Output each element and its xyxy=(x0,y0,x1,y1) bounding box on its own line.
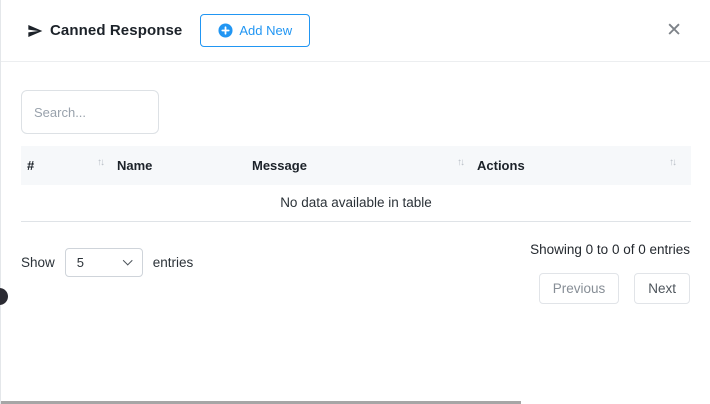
column-header-message[interactable]: Message ↑↓ xyxy=(246,146,471,185)
modal-body: # ↑↓ Name Message ↑↓ Actions ↑↓ xyxy=(1,62,710,304)
modal-header: Canned Response Add New ✕ xyxy=(1,0,710,62)
entries-label: entries xyxy=(153,255,194,270)
column-header-number[interactable]: # ↑↓ xyxy=(21,146,111,185)
sort-icon: ↑↓ xyxy=(97,157,103,168)
modal-title: Canned Response xyxy=(50,22,182,39)
next-button[interactable]: Next xyxy=(634,273,690,304)
pagination-group: Showing 0 to 0 of 0 entries Previous Nex… xyxy=(530,242,690,304)
empty-row: No data available in table xyxy=(21,185,691,222)
sort-icon: ↑↓ xyxy=(669,157,675,168)
pager: Previous Next xyxy=(539,273,690,304)
table-footer: Show 5 entries Showing 0 to 0 of 0 entri… xyxy=(21,242,690,304)
search-input[interactable] xyxy=(21,90,159,134)
show-label: Show xyxy=(21,255,55,270)
column-header-actions[interactable]: Actions ↑↓ xyxy=(471,146,691,185)
sort-icon: ↑↓ xyxy=(457,157,463,168)
empty-message: No data available in table xyxy=(21,185,691,222)
entries-summary: Showing 0 to 0 of 0 entries xyxy=(530,242,690,257)
add-new-button[interactable]: Add New xyxy=(200,14,310,47)
page-length-select[interactable]: 5 xyxy=(65,248,143,277)
column-header-name[interactable]: Name xyxy=(111,146,246,185)
paper-plane-icon xyxy=(27,23,43,39)
canned-response-table: # ↑↓ Name Message ↑↓ Actions ↑↓ xyxy=(21,146,691,222)
add-new-label: Add New xyxy=(239,23,292,38)
close-icon[interactable]: ✕ xyxy=(666,21,682,40)
table-header-row: # ↑↓ Name Message ↑↓ Actions ↑↓ xyxy=(21,146,691,185)
canned-response-modal: Canned Response Add New ✕ # ↑↓ Name xyxy=(0,0,710,404)
page-length-control: Show 5 entries xyxy=(21,248,193,277)
previous-button[interactable]: Previous xyxy=(539,273,620,304)
plus-circle-icon xyxy=(218,23,233,38)
